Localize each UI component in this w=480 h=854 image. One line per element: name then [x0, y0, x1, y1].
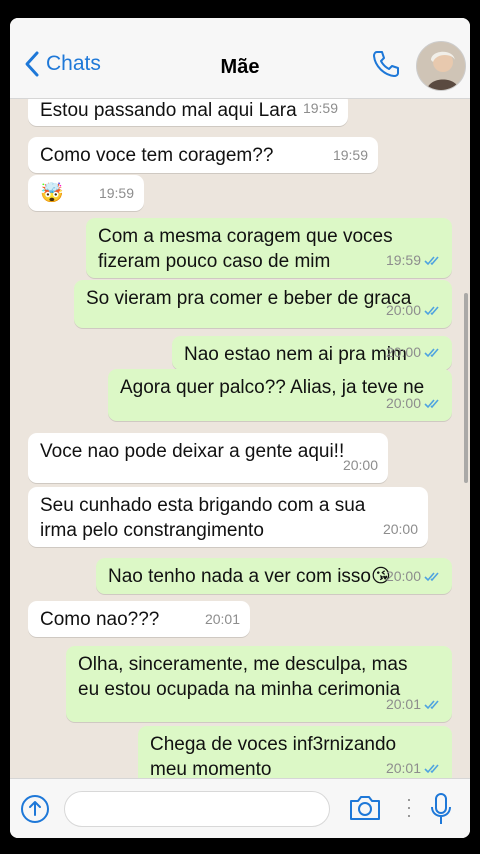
message-bubble-incoming[interactable]: Como voce tem coragem?? 19:59 [28, 137, 378, 173]
message-bubble-outgoing[interactable]: Agora quer palco?? Alias, ja teve ne 20:0… [108, 369, 452, 421]
message-bubble-outgoing[interactable]: Nao estao nem ai pra mim 20:00 [172, 336, 452, 370]
microphone-icon[interactable] [430, 792, 452, 826]
message-text: Voce nao pode deixar a gente aqui!! [40, 441, 345, 462]
read-receipt-icon [424, 348, 439, 358]
message-meta: 20:00 [386, 340, 442, 365]
avatar-photo [417, 42, 465, 90]
message-time: 19:59 [302, 100, 338, 116]
message-list[interactable]: Estou passando mal aqui Lara 19:59 Como vo… [10, 98, 470, 778]
chat-screen: Chats Mãe Estou passando mal aqui Lara 19… [10, 18, 470, 838]
message-bubble-incoming[interactable]: Seu cunhado esta brigando com a sua irma… [28, 487, 428, 547]
read-receipt-icon [424, 256, 439, 266]
message-time: 20:00 [385, 344, 421, 360]
message-text: Estou passando mal aqui Lara [40, 100, 297, 121]
message-bubble-incoming[interactable]: Como nao??? 20:01 [28, 601, 250, 637]
upload-icon[interactable] [20, 794, 50, 824]
message-meta: 20:01 [205, 607, 240, 632]
message-time: 20:01 [385, 760, 421, 776]
message-bubble-outgoing[interactable]: Chega de voces inf3rnizando meu momento 2… [138, 726, 452, 778]
contact-avatar[interactable] [416, 41, 466, 91]
message-meta: 20:00 [386, 391, 442, 416]
message-bubble-outgoing[interactable]: Com a mesma coragem que voces fizeram po… [86, 218, 452, 278]
camera-icon[interactable] [348, 793, 382, 823]
message-meta: 20:00 [386, 564, 442, 589]
message-bubble-incoming[interactable]: 🤯 19:59 [28, 175, 144, 211]
message-time: 19:59 [98, 185, 134, 201]
message-bubble-outgoing[interactable]: So vieram pra comer e beber de graca 20:0… [74, 280, 452, 328]
message-bubble-outgoing[interactable]: Olha, sinceramente, me desculpa, mas eu … [66, 646, 452, 722]
message-input[interactable] [64, 791, 330, 827]
message-bubble-incoming[interactable]: Voce nao pode deixar a gente aqui!! 20:00 [28, 433, 388, 483]
message-meta: 19:59 [99, 181, 134, 206]
message-meta: 19:59 [386, 248, 442, 273]
phone-icon[interactable] [370, 48, 402, 80]
message-text: Seu cunhado esta brigando com a sua irma… [40, 495, 366, 541]
message-time: 20:01 [204, 611, 240, 627]
message-meta: 20:01 [386, 756, 442, 778]
message-meta: 20:00 [386, 298, 442, 323]
message-bubble-incoming[interactable]: Estou passando mal aqui Lara 19:59 [28, 98, 348, 126]
message-time: 20:00 [385, 302, 421, 318]
message-meta: 20:01 [386, 692, 442, 717]
read-receipt-icon [424, 764, 439, 774]
read-receipt-icon [424, 306, 439, 316]
read-receipt-icon [424, 700, 439, 710]
chat-header: Chats Mãe [10, 18, 470, 99]
message-time: 20:00 [342, 457, 378, 473]
scrollbar[interactable] [464, 293, 468, 483]
message-text: Como voce tem coragem?? [40, 145, 274, 166]
more-icon[interactable]: · · · [406, 790, 412, 824]
message-time: 20:01 [385, 696, 421, 712]
composer-bar: · · · [10, 778, 470, 838]
message-meta: 20:00 [383, 517, 418, 542]
message-meta: 20:00 [343, 453, 378, 478]
message-time: 19:59 [332, 147, 368, 163]
message-bubble-outgoing[interactable]: Nao tenho nada a ver com isso😘 20:00 [96, 558, 452, 594]
read-receipt-icon [424, 399, 439, 409]
message-time: 19:59 [385, 252, 421, 268]
message-meta: 19:59 [303, 98, 338, 121]
read-receipt-icon [424, 572, 439, 582]
message-time: 20:00 [382, 521, 418, 537]
message-time: 20:00 [385, 395, 421, 411]
message-time: 20:00 [385, 568, 421, 584]
message-meta: 19:59 [333, 143, 368, 168]
